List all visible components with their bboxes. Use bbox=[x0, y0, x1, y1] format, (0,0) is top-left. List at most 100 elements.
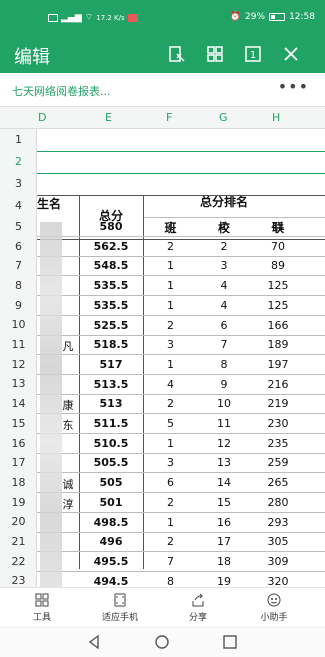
cell-xiao[interactable]: 13 bbox=[197, 456, 251, 469]
cell-total[interactable]: 513.5 bbox=[79, 378, 143, 391]
cell-total[interactable]: 495.5 bbox=[79, 555, 143, 568]
row-number[interactable]: 14 bbox=[0, 397, 37, 410]
cell-ban[interactable]: 6 bbox=[144, 476, 197, 489]
cell-xiao[interactable]: 6 bbox=[197, 319, 251, 332]
cell-lian[interactable]: 309 bbox=[251, 555, 305, 568]
cell-total[interactable]: 518.5 bbox=[79, 338, 143, 351]
cell-xiao[interactable]: 11 bbox=[197, 417, 251, 430]
tools-button[interactable]: 工具 bbox=[2, 592, 82, 623]
cell-total[interactable]: 501 bbox=[79, 496, 143, 509]
col-H[interactable]: H bbox=[272, 111, 280, 124]
assistant-button[interactable]: 小助手 bbox=[234, 592, 314, 623]
row-number[interactable]: 7 bbox=[0, 259, 37, 272]
cell-xiao[interactable]: 17 bbox=[197, 535, 251, 548]
cell-ban[interactable]: 1 bbox=[144, 358, 197, 371]
cell-xiao[interactable]: 16 bbox=[197, 516, 251, 529]
row-number[interactable]: 1 bbox=[0, 133, 37, 146]
cell-lian[interactable]: 216 bbox=[251, 378, 305, 391]
row-number[interactable]: 9 bbox=[0, 299, 37, 312]
cell-xiao[interactable]: 3 bbox=[197, 259, 251, 272]
cell-lian[interactable]: 259 bbox=[251, 456, 305, 469]
cell-total[interactable]: 535.5 bbox=[79, 299, 143, 312]
cell-lian[interactable]: 166 bbox=[251, 319, 305, 332]
row-number[interactable]: 10 bbox=[0, 318, 37, 331]
row-number[interactable]: 4 bbox=[0, 199, 37, 212]
cell-lian[interactable]: 189 bbox=[251, 338, 305, 351]
row-number[interactable]: 6 bbox=[0, 240, 37, 253]
cell-ban[interactable]: 3 bbox=[144, 338, 197, 351]
row-number[interactable]: 23 bbox=[0, 574, 37, 587]
row-number[interactable]: 22 bbox=[0, 555, 37, 568]
cell-xiao[interactable]: 10 bbox=[197, 397, 251, 410]
cell-lian[interactable]: 70 bbox=[251, 240, 305, 253]
cell-xiao[interactable]: 1 bbox=[197, 220, 251, 233]
recents-icon[interactable] bbox=[222, 634, 238, 650]
row-number[interactable]: 13 bbox=[0, 377, 37, 390]
row-number[interactable]: 11 bbox=[0, 338, 37, 351]
cell-ban[interactable]: 2 bbox=[144, 319, 197, 332]
cell-total[interactable]: 525.5 bbox=[79, 319, 143, 332]
cell-ban[interactable]: 2 bbox=[144, 496, 197, 509]
cell-ban[interactable]: 8 bbox=[144, 575, 197, 587]
row-number[interactable]: 19 bbox=[0, 496, 37, 509]
cell-lian[interactable]: 41 bbox=[251, 220, 305, 233]
file-name[interactable]: 七天网络阅卷报表... bbox=[12, 83, 111, 99]
cell-total[interactable]: 517 bbox=[79, 358, 143, 371]
cell-lian[interactable]: 219 bbox=[251, 397, 305, 410]
row-number[interactable]: 2 bbox=[0, 155, 37, 168]
cell-xiao[interactable]: 14 bbox=[197, 476, 251, 489]
home-icon[interactable] bbox=[154, 634, 170, 650]
cell-ban[interactable]: 1 bbox=[144, 299, 197, 312]
row-number[interactable]: 8 bbox=[0, 279, 37, 292]
cell-total[interactable]: 496 bbox=[79, 535, 143, 548]
cell-ban[interactable]: 3 bbox=[144, 456, 197, 469]
row-number[interactable]: 5 bbox=[0, 220, 37, 233]
row-number[interactable]: 18 bbox=[0, 476, 37, 489]
cell-lian[interactable]: 125 bbox=[251, 299, 305, 312]
spreadsheet[interactable]: D E F G H 1 2 3 4 5 6 7 8 9 10 11 12 13 14 15 16 17 18 19 2… bbox=[0, 107, 325, 587]
cell-xiao[interactable]: 15 bbox=[197, 496, 251, 509]
cell-ban[interactable]: 1 bbox=[144, 437, 197, 450]
cell-ban[interactable]: 2 bbox=[144, 397, 197, 410]
row-number[interactable]: 3 bbox=[0, 177, 37, 190]
cell-lian[interactable]: 320 bbox=[251, 575, 305, 587]
cell-total[interactable]: 498.5 bbox=[79, 516, 143, 529]
cell-total[interactable]: 580 bbox=[79, 220, 143, 233]
cell-ban[interactable]: 1 bbox=[144, 220, 197, 233]
cell-xiao[interactable]: 9 bbox=[197, 378, 251, 391]
cell-xiao[interactable]: 19 bbox=[197, 575, 251, 587]
cell-xiao[interactable]: 2 bbox=[197, 240, 251, 253]
row-number[interactable]: 20 bbox=[0, 515, 37, 528]
cell-lian[interactable]: 125 bbox=[251, 279, 305, 292]
back-icon[interactable] bbox=[86, 634, 102, 650]
cell-total[interactable]: 505 bbox=[79, 476, 143, 489]
cell-lian[interactable]: 280 bbox=[251, 496, 305, 509]
cell-xiao[interactable]: 7 bbox=[197, 338, 251, 351]
cell-total[interactable]: 505.5 bbox=[79, 456, 143, 469]
close-icon[interactable] bbox=[280, 43, 302, 65]
cell-ban[interactable]: 7 bbox=[144, 555, 197, 568]
fit-phone-button[interactable]: 适应手机 bbox=[80, 592, 160, 623]
cell-ban[interactable]: 1 bbox=[144, 516, 197, 529]
cell-lian[interactable]: 293 bbox=[251, 516, 305, 529]
cell-lian[interactable]: 265 bbox=[251, 476, 305, 489]
share-button[interactable]: 分享 bbox=[158, 592, 238, 623]
cell-ban[interactable]: 1 bbox=[144, 279, 197, 292]
cell-xiao[interactable]: 12 bbox=[197, 437, 251, 450]
cell-total[interactable]: 548.5 bbox=[79, 259, 143, 272]
cell-lian[interactable]: 235 bbox=[251, 437, 305, 450]
row-number[interactable]: 21 bbox=[0, 535, 37, 548]
cell-ban[interactable]: 4 bbox=[144, 378, 197, 391]
cell-total[interactable]: 511.5 bbox=[79, 417, 143, 430]
cell-xiao[interactable]: 4 bbox=[197, 279, 251, 292]
row-number[interactable]: 15 bbox=[0, 417, 37, 430]
cell-xiao[interactable]: 18 bbox=[197, 555, 251, 568]
cell-total[interactable]: 535.5 bbox=[79, 279, 143, 292]
name-header[interactable]: 生名 bbox=[37, 195, 61, 212]
read-mode-icon[interactable] bbox=[166, 43, 188, 65]
cell-lian[interactable]: 197 bbox=[251, 358, 305, 371]
cell-lian[interactable]: 89 bbox=[251, 259, 305, 272]
col-D[interactable]: D bbox=[38, 111, 46, 124]
cell-ban[interactable]: 1 bbox=[144, 259, 197, 272]
row-number[interactable]: 17 bbox=[0, 456, 37, 469]
